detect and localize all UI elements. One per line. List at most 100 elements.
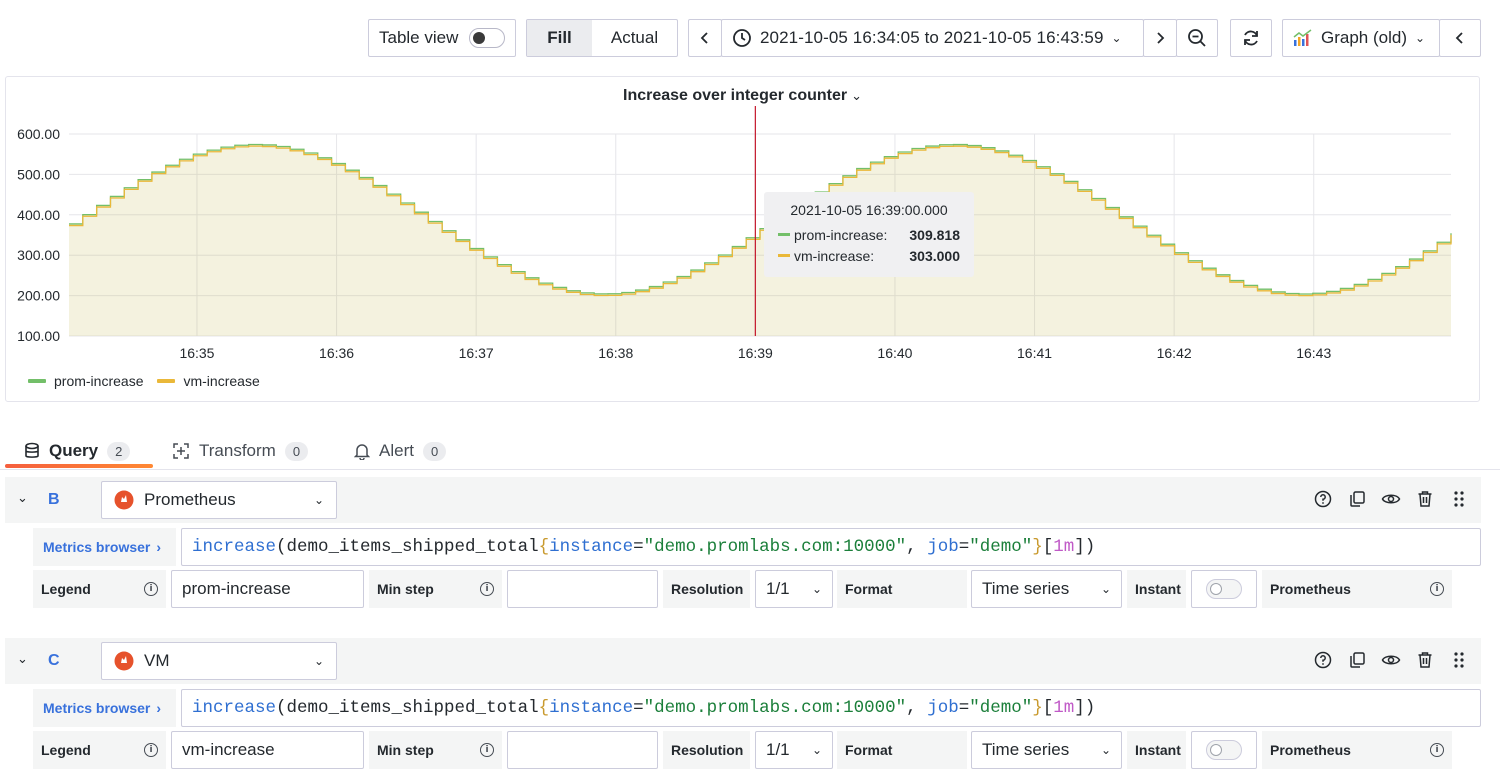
refresh-button[interactable] xyxy=(1230,19,1272,57)
legend-label: Legend i xyxy=(33,731,166,769)
graph-panel: Increase over integer counter ⌄ 600.00 500… xyxy=(5,76,1480,402)
tab-label: Alert xyxy=(379,441,414,460)
info-icon[interactable]: i xyxy=(480,743,494,757)
expr-label: job xyxy=(927,698,959,718)
tab-alert[interactable]: Alert 0 xyxy=(354,432,447,470)
tab-count: 0 xyxy=(422,441,447,461)
query-expression-input[interactable]: increase(demo_items_shipped_total{instan… xyxy=(181,528,1481,566)
legend-swatch xyxy=(157,379,176,383)
expr-value: "demo" xyxy=(969,537,1033,557)
eye-icon[interactable] xyxy=(1381,650,1401,670)
datasource-picker[interactable]: Prometheus ⌄ xyxy=(101,481,337,519)
legend-item[interactable]: vm-increase xyxy=(157,373,260,389)
visualization-picker[interactable]: Graph (old) ⌄ xyxy=(1282,19,1440,57)
x-tick-label: 16:37 xyxy=(459,345,494,361)
time-shift-back-button[interactable] xyxy=(688,19,722,57)
instant-toggle[interactable] xyxy=(1191,731,1257,769)
time-range-picker[interactable]: 2021-10-05 16:34:05 to 2021-10-05 16:43:… xyxy=(721,19,1144,57)
chevron-down-icon: ⌄ xyxy=(1414,31,1426,45)
x-tick-label: 16:43 xyxy=(1296,345,1331,361)
fill-button[interactable]: Fill xyxy=(527,20,592,56)
query-row-header: ⌄ C VM ⌄ xyxy=(5,638,1481,684)
datasource-name: VM xyxy=(144,651,170,670)
chevron-right-icon xyxy=(1157,32,1165,44)
resolution-select[interactable]: 1/1 ⌄ xyxy=(755,731,833,769)
x-tick-label: 16:36 xyxy=(319,345,354,361)
min-step-input[interactable] xyxy=(507,731,658,769)
table-view-label: Table view xyxy=(379,28,459,47)
tooltip-row: vm-increase: 303.000 xyxy=(778,245,960,266)
info-icon[interactable]: i xyxy=(480,582,494,596)
table-view-switch[interactable] xyxy=(469,28,505,48)
instant-label: Instant xyxy=(1127,731,1186,769)
chevron-right-icon: › xyxy=(156,539,162,555)
trash-icon[interactable] xyxy=(1415,489,1435,509)
metrics-browser-label: Metrics browser xyxy=(43,700,151,716)
datasource-type-label: Prometheus i xyxy=(1262,731,1452,769)
datasource-name: Prometheus xyxy=(144,490,236,509)
expr-label: instance xyxy=(549,537,634,557)
table-view-toggle[interactable]: Table view xyxy=(368,19,516,57)
format-select[interactable]: Time series ⌄ xyxy=(971,731,1122,769)
tab-label: Transform xyxy=(199,441,276,460)
fill-actual-toggle: Fill Actual xyxy=(526,19,678,57)
legend-label: vm-increase xyxy=(183,373,260,389)
chevron-down-icon[interactable]: ⌄ xyxy=(17,651,28,667)
drag-handle-icon[interactable] xyxy=(1449,650,1469,670)
tab-transform[interactable]: Transform 0 xyxy=(172,432,309,470)
info-icon[interactable]: i xyxy=(1430,582,1444,596)
legend-input[interactable]: prom-increase xyxy=(171,570,364,608)
expr-function: increase xyxy=(192,537,277,557)
expr-label: job xyxy=(927,537,959,557)
tooltip-swatch xyxy=(778,254,790,257)
actual-button[interactable]: Actual xyxy=(592,20,677,56)
time-shift-forward-button[interactable] xyxy=(1143,19,1177,57)
collapse-options-button[interactable] xyxy=(1439,19,1481,57)
expr-range: 1m xyxy=(1053,537,1075,557)
datasource-picker[interactable]: VM ⌄ xyxy=(101,642,337,680)
query-options-row: Legend i prom-increase Min step i Resoluti… xyxy=(33,570,1453,608)
info-icon[interactable]: i xyxy=(144,743,158,757)
resolution-label: Resolution xyxy=(663,570,750,608)
instant-switch[interactable] xyxy=(1206,740,1242,760)
metrics-browser-button[interactable]: Metrics browser › xyxy=(33,689,176,727)
drag-handle-icon[interactable] xyxy=(1449,489,1469,509)
duplicate-icon[interactable] xyxy=(1347,650,1367,670)
active-tab-indicator xyxy=(5,464,153,468)
query-expression-input[interactable]: increase(demo_items_shipped_total{instan… xyxy=(181,689,1481,727)
tooltip-row: prom-increase: 309.818 xyxy=(778,224,960,245)
query-letter[interactable]: C xyxy=(48,652,60,670)
bell-icon xyxy=(354,444,370,460)
info-icon[interactable]: i xyxy=(1430,743,1444,757)
format-label: Format xyxy=(837,731,967,769)
help-icon[interactable] xyxy=(1313,489,1333,509)
duplicate-icon[interactable] xyxy=(1347,489,1367,509)
tab-count: 0 xyxy=(284,441,309,461)
instant-label: Instant xyxy=(1127,570,1186,608)
help-icon[interactable] xyxy=(1313,650,1333,670)
eye-icon[interactable] xyxy=(1381,489,1401,509)
zoom-out-button[interactable] xyxy=(1176,19,1218,57)
database-icon xyxy=(25,442,39,458)
legend-item[interactable]: prom-increase xyxy=(28,373,143,389)
tooltip-series-value: 309.818 xyxy=(909,226,960,243)
graph-icon xyxy=(1293,29,1312,46)
format-label: Format xyxy=(837,570,967,608)
instant-switch[interactable] xyxy=(1206,579,1242,599)
legend-input[interactable]: vm-increase xyxy=(171,731,364,769)
chart-area[interactable]: 600.00 500.00 400.00 300.00 200.00 100.00 16:3… xyxy=(6,77,1481,367)
info-icon[interactable]: i xyxy=(144,582,158,596)
metrics-browser-button[interactable]: Metrics browser › xyxy=(33,528,176,566)
editor-tabs: Query 2 Transform 0 Alert 0 xyxy=(0,432,1500,470)
chevron-down-icon[interactable]: ⌄ xyxy=(17,490,28,506)
trash-icon[interactable] xyxy=(1415,650,1435,670)
min-step-input[interactable] xyxy=(507,570,658,608)
clock-icon xyxy=(733,29,751,47)
format-select[interactable]: Time series ⌄ xyxy=(971,570,1122,608)
tab-count: 2 xyxy=(107,441,131,461)
prometheus-icon xyxy=(114,490,134,510)
instant-toggle[interactable] xyxy=(1191,570,1257,608)
query-letter[interactable]: B xyxy=(48,491,60,509)
chevron-left-icon xyxy=(1455,32,1463,44)
resolution-select[interactable]: 1/1 ⌄ xyxy=(755,570,833,608)
